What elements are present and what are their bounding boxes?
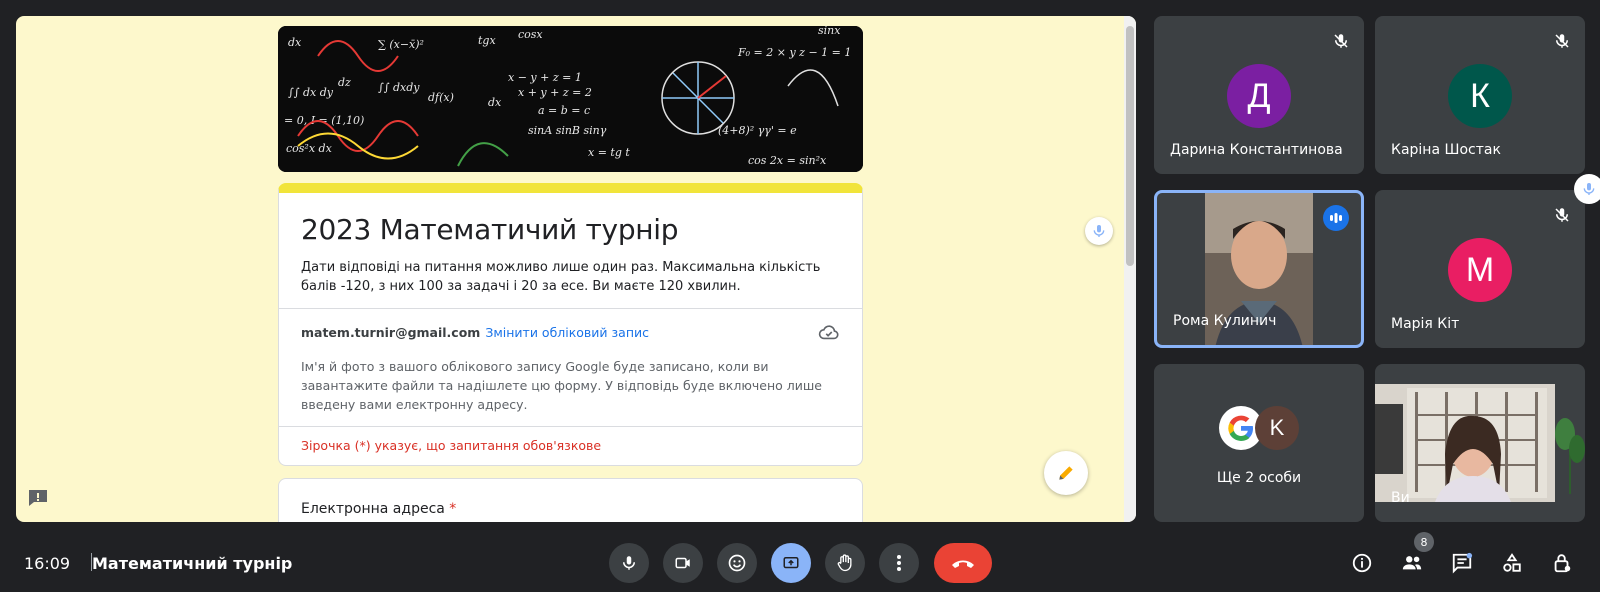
activities-icon — [1503, 553, 1521, 572]
info-icon — [1352, 553, 1372, 573]
required-note: Зірочка (*) указує, що запитання обов'яз… — [301, 438, 602, 453]
svg-text:cos 2x = sin²x: cos 2x = sin²x — [748, 154, 827, 167]
svg-text:dx: dx — [288, 36, 302, 49]
account-row: matem.turnir@gmail.com Змінити обліковий… — [279, 309, 862, 351]
svg-text:df(x): df(x) — [428, 91, 454, 104]
avatar: K — [1255, 406, 1299, 450]
present-icon — [783, 557, 799, 569]
question-label-text: Електронна адреса — [301, 501, 445, 517]
emoji-icon — [728, 554, 746, 572]
required-star: * — [449, 501, 457, 517]
svg-text:x − y + z = 1: x − y + z = 1 — [508, 71, 582, 84]
svg-text:dz: dz — [338, 76, 351, 89]
feedback-icon[interactable] — [28, 489, 48, 507]
switch-account-link[interactable]: Змінити обліковий запис — [485, 325, 649, 340]
mic-button[interactable] — [609, 543, 649, 583]
avatar: Д — [1227, 64, 1291, 128]
svg-text:a = b = c: a = b = c — [538, 104, 590, 117]
participant-name: Дарина Константинова — [1170, 142, 1343, 158]
people-icon — [1402, 556, 1422, 570]
svg-text:sinx: sinx — [818, 26, 841, 37]
svg-text:sinA sinB sinγ: sinA sinB sinγ — [528, 124, 607, 137]
avatar: М — [1448, 238, 1512, 302]
presentation-scrollbar[interactable] — [1124, 16, 1136, 522]
participant-name: Рома Кулинич — [1173, 313, 1277, 329]
meeting-name: Математичний турнір — [92, 554, 292, 573]
more-avatars: K — [1219, 406, 1299, 450]
avatar: К — [1448, 64, 1512, 128]
present-button[interactable] — [771, 543, 811, 583]
svg-text:∫∫ dxdy: ∫∫ dxdy — [378, 81, 420, 94]
host-controls-button[interactable] — [1548, 549, 1576, 577]
chat-button[interactable] — [1448, 549, 1476, 577]
more-options-button[interactable] — [879, 543, 919, 583]
svg-text:cos²x dx: cos²x dx — [286, 142, 333, 155]
cloud-icon — [818, 325, 839, 340]
muted-mic-icon — [1328, 28, 1354, 54]
form-banner-image: dx ∑ (x−x̄)² tgx cosx ∫∫ dx dy dz ∫∫ dxd… — [278, 26, 863, 172]
more-participants-tile[interactable]: K Ще 2 особи — [1154, 364, 1364, 522]
participant-name: Марія Кіт — [1391, 316, 1460, 332]
question-card-email: Електронна адреса * — [278, 478, 863, 522]
form-description: Дати відповіді на питання можливо лише о… — [301, 260, 821, 294]
end-call-button[interactable] — [934, 543, 992, 583]
participant-tile[interactable]: Д Дарина Константинова — [1154, 16, 1364, 174]
pencil-icon — [1059, 466, 1073, 480]
emoji-button[interactable] — [717, 543, 757, 583]
participant-tile-speaking[interactable]: Рома Кулинич — [1154, 190, 1364, 348]
bottom-toolbar: 16:09 Математичний турнір 8 — [0, 530, 1600, 592]
svg-text:dx: dx — [488, 96, 502, 109]
svg-text:∑ (x−x̄)²: ∑ (x−x̄)² — [378, 38, 424, 51]
raise-hand-icon — [837, 554, 852, 572]
mic-icon — [623, 556, 635, 570]
raise-hand-button[interactable] — [825, 543, 865, 583]
more-icon — [897, 555, 901, 571]
end-call-icon — [952, 560, 974, 568]
muted-mic-icon — [1549, 28, 1575, 54]
participant-name: Каріна Шостак — [1391, 142, 1501, 158]
self-video — [1375, 384, 1555, 502]
svg-text:F₀ = 2 × y z − 1 = 1: F₀ = 2 × y z − 1 = 1 — [737, 46, 851, 59]
scrollbar-thumb[interactable] — [1126, 26, 1134, 266]
meeting-info-button[interactable] — [1348, 549, 1376, 577]
side-panel-mic-icon[interactable] — [1574, 174, 1600, 204]
more-participants-label: Ще 2 особи — [1216, 470, 1302, 486]
participant-tile[interactable]: М Марія Кіт — [1375, 190, 1585, 348]
svg-text:= 0, I = (1,10): = 0, I = (1,10) — [284, 114, 364, 127]
activities-button[interactable] — [1498, 549, 1526, 577]
self-view-tile[interactable]: Ви — [1375, 364, 1585, 522]
participant-name: Ви — [1391, 490, 1410, 506]
svg-text:(4+8)² γγ' = e: (4+8)² γγ' = e — [718, 124, 797, 137]
question-label: Електронна адреса * — [279, 479, 862, 522]
svg-text:x = tg t: x = tg t — [588, 146, 630, 159]
chat-icon — [1452, 552, 1473, 574]
people-count-badge: 8 — [1414, 532, 1434, 552]
meeting-name-text: Математичний турнір — [92, 554, 293, 573]
voice-input-icon[interactable] — [1085, 217, 1113, 245]
form-title: 2023 Математичий турнір — [301, 213, 679, 246]
edit-form-button[interactable] — [1044, 451, 1088, 495]
people-button[interactable] — [1398, 549, 1426, 577]
camera-icon — [675, 557, 690, 569]
participant-tile[interactable]: К Каріна Шостак — [1375, 16, 1585, 174]
meet-window: dx ∑ (x−x̄)² tgx cosx ∫∫ dx dy dz ∫∫ dxd… — [0, 0, 1600, 592]
account-note: Ім'я й фото з вашого облікового запису G… — [301, 359, 822, 412]
muted-mic-icon — [1549, 202, 1575, 228]
speaking-indicator-icon — [1323, 205, 1349, 231]
plant-decoration — [1555, 418, 1585, 494]
camera-button[interactable] — [663, 543, 703, 583]
google-form: dx ∑ (x−x̄)² tgx cosx ∫∫ dx dy dz ∫∫ dxd… — [278, 26, 863, 522]
host-controls-icon — [1554, 554, 1571, 573]
svg-text:∫∫ dx dy: ∫∫ dx dy — [288, 86, 334, 99]
svg-text:tgx: tgx — [478, 34, 496, 47]
svg-text:x + y + z = 2: x + y + z = 2 — [518, 86, 592, 99]
svg-text:cosx: cosx — [518, 28, 543, 41]
shared-screen: dx ∑ (x−x̄)² tgx cosx ∫∫ dx dy dz ∫∫ dxd… — [16, 16, 1136, 522]
current-time: 16:09 — [24, 554, 71, 573]
form-header-card: 2023 Математичий турнір Дати відповіді н… — [278, 183, 863, 466]
account-email: matem.turnir@gmail.com — [301, 324, 481, 340]
